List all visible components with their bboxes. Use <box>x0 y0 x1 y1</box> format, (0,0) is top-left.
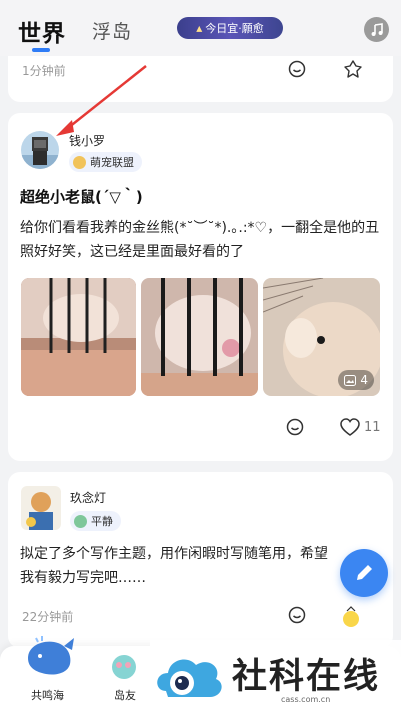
nav-gongming-hai[interactable]: 共鸣海 <box>31 687 64 703</box>
music-button[interactable] <box>364 17 389 42</box>
post-title: 超绝小老鼠(´▽｀) <box>20 188 143 206</box>
watermark-url: cass.com.cn <box>281 695 331 704</box>
avatar-image <box>21 131 59 169</box>
username[interactable]: 钱小罗 <box>69 132 105 149</box>
whale-icon[interactable] <box>24 636 76 678</box>
post-time: 1分钟前 <box>22 64 66 78</box>
tab-island[interactable]: 浮岛 <box>92 17 132 44</box>
post-photo[interactable] <box>141 278 258 396</box>
friends-icon[interactable] <box>110 653 138 681</box>
promo-banner[interactable]: ▴ 今日宜·願愈 <box>177 17 283 39</box>
heart-icon[interactable] <box>340 418 360 437</box>
comment-icon[interactable] <box>287 59 307 79</box>
image-count-value: 4 <box>360 373 368 387</box>
post-photo[interactable]: 4 <box>263 278 380 396</box>
post-body: 拟定了多个写作主题，用作闲暇时写随笔用，希望我有毅力写完吧…… <box>20 546 328 586</box>
badge[interactable]: 萌宠联盟 <box>69 152 142 172</box>
username[interactable]: 玖念灯 <box>70 489 106 506</box>
hamster-photo <box>141 278 258 396</box>
images-icon <box>344 374 357 386</box>
avatar[interactable] <box>21 486 61 530</box>
music-note-icon <box>371 22 383 36</box>
gift-icon[interactable] <box>341 605 361 629</box>
nav-island-friends[interactable]: 岛友 <box>114 687 136 703</box>
pencil-icon <box>357 565 372 580</box>
share-icon[interactable] <box>343 59 363 79</box>
comment-icon[interactable] <box>285 417 305 437</box>
hamster-photo <box>21 278 136 396</box>
paw-icon <box>73 155 86 169</box>
top-bar: 世界 浮岛 ▴ 今日宜·願愈 <box>0 0 401 56</box>
badge[interactable]: 平静 <box>70 511 121 531</box>
like-count: 11 <box>364 420 381 435</box>
post-body: 给你们看看我养的金丝熊(*˘︶˘*).｡.:*♡，一翻全是他的丑照好好笑，这已经… <box>20 220 380 260</box>
avatar[interactable] <box>21 131 59 169</box>
image-count: 4 <box>338 370 374 390</box>
post-card[interactable]: 1分钟前 <box>8 56 393 102</box>
promo-label: 今日宜·願愈 <box>205 22 264 35</box>
calm-face-icon <box>74 514 87 528</box>
post-time: 22分钟前 <box>22 610 74 624</box>
tab-world[interactable]: 世界 <box>18 14 66 48</box>
comment-icon[interactable] <box>287 605 307 625</box>
avatar-image <box>21 486 61 530</box>
compose-button[interactable] <box>340 549 388 597</box>
post-card[interactable]: 玖念灯 平静 拟定了多个写作主题，用作闲暇时写随笔用，希望我有毅力写完吧…… 2… <box>8 472 393 648</box>
flame-icon: ▴ <box>196 21 203 35</box>
watermark-title: 社科在线 <box>232 657 381 697</box>
post-card[interactable]: 钱小罗 萌宠联盟 超绝小老鼠(´▽｀) 给你们看看我养的金丝熊(*˘︶˘*).｡… <box>8 113 393 461</box>
active-tab-indicator <box>32 48 50 52</box>
badge-label: 平静 <box>91 515 113 528</box>
post-photo[interactable] <box>21 278 136 396</box>
watermark-logo <box>157 659 222 697</box>
badge-label: 萌宠联盟 <box>90 156 134 169</box>
